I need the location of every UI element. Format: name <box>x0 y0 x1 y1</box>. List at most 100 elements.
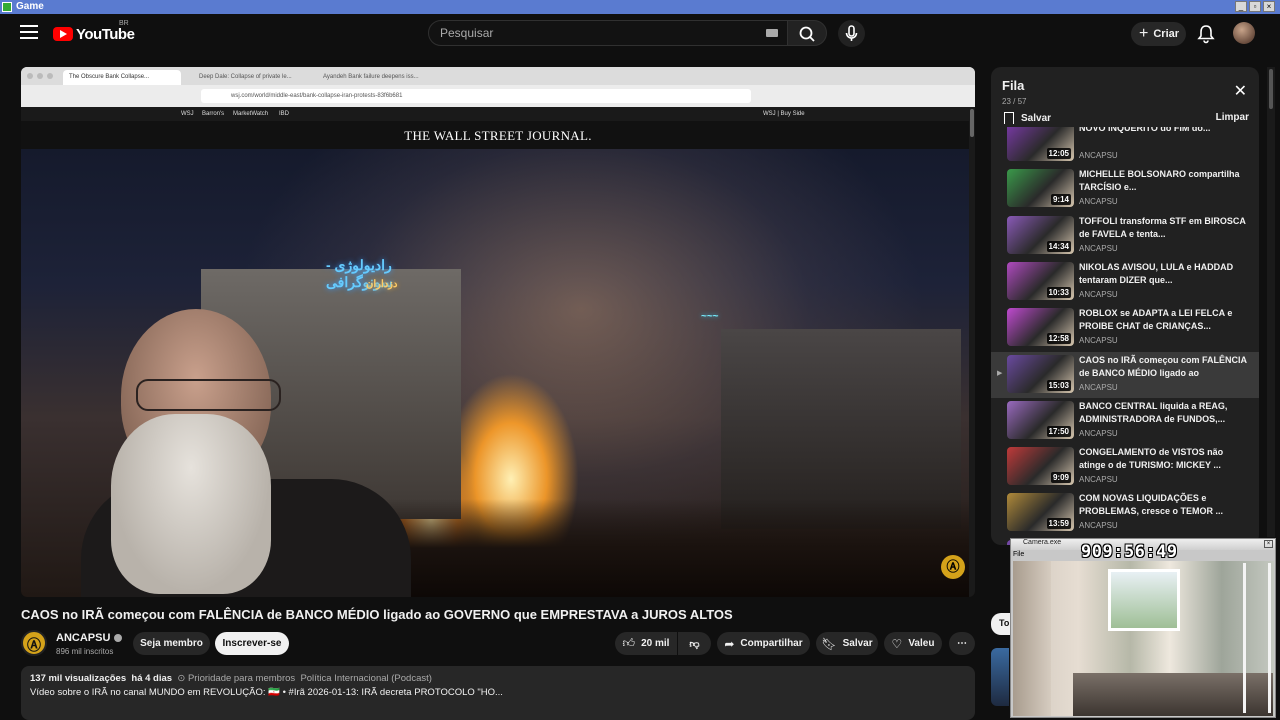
queue-thumbnail[interactable]: 12:58 <box>1007 308 1074 347</box>
queue-item-channel: ANCAPSU <box>1079 521 1118 531</box>
side-thumbnail[interactable] <box>991 648 1009 706</box>
queue-item-title: COM NOVAS LIQUIDAÇÕES e PROBLEMAS, cresc… <box>1079 493 1224 517</box>
browser-tab: The Obscure Bank Collapse... <box>63 70 181 85</box>
youtube-logo[interactable]: YouTube BR <box>53 20 135 44</box>
duration-badge: 17:50 <box>1046 425 1071 437</box>
video-frame: رادیولوژی - سونوگرافی دزداران ~~~ Ⓐ <box>21 149 975 597</box>
queue-item[interactable]: 17:50 BANCO CENTRAL liquida a REAG, ADMIN… <box>991 398 1259 444</box>
queue-item-channel: ANCAPSU <box>1079 289 1118 299</box>
youtube-play-icon <box>53 27 73 41</box>
topic-chip[interactable]: To <box>991 613 1011 635</box>
duration-badge: 12:58 <box>1046 333 1071 345</box>
like-count: 20 mil <box>641 638 670 649</box>
bookmark-icon: 🔖︎ <box>821 636 837 651</box>
camera-menu-file[interactable]: File <box>1013 551 1024 558</box>
site-nav-item: IBD <box>279 111 290 117</box>
queue-thumbnail[interactable]: 17:50 <box>1007 400 1074 439</box>
search-button[interactable] <box>787 20 827 46</box>
camera-close-button[interactable]: × <box>1264 540 1273 548</box>
queue-list: 12:05 NOVO INQUÉRITO do FIM do... ANCAPSU 9… <box>991 127 1259 545</box>
queue-item[interactable]: 14:34 TOFFOLI transforma STF em BIROSCA d… <box>991 213 1259 259</box>
like-button[interactable]: 👍︎ 20 mil <box>615 632 677 655</box>
queue-thumbnail[interactable]: 9:14 <box>1007 169 1074 208</box>
queue-save-button[interactable]: Salvar <box>1004 112 1051 124</box>
traffic-lights <box>27 73 53 79</box>
bookmark-icon <box>1004 112 1014 124</box>
duration-badge: 10:33 <box>1046 286 1071 298</box>
channel-watermark[interactable]: Ⓐ <box>941 555 965 579</box>
close-icon[interactable]: ✕ <box>1234 81 1247 101</box>
video-title: CAOS no IRÃ começou com FALÊNCIA de BANC… <box>21 607 733 622</box>
save-button[interactable]: 🔖︎ Salvar <box>816 632 878 655</box>
queue-thumbnail[interactable]: 10:33 <box>1007 261 1074 300</box>
queue-item-text: COM NOVAS LIQUIDAÇÕES e PROBLEMAS, cresc… <box>1079 492 1249 530</box>
queue-item[interactable]: 13:59 COM NOVAS LIQUIDAÇÕES e PROBLEMAS, … <box>991 490 1259 536</box>
video-meta: 137 mil visualizações há 4 dias ⊙ Priori… <box>30 673 432 684</box>
queue-item[interactable]: 9:09 CONGELAMENTO de VISTOS não atinge o … <box>991 444 1259 490</box>
queue-item[interactable]: 12:58 ROBLOX se ADAPTA a LEI FELCA e PROI… <box>991 305 1259 351</box>
queue-item[interactable]: ▶ 15:03 CAOS no IRÃ começou com FALÊNCIA d… <box>991 351 1259 398</box>
join-button[interactable]: Seja membro <box>133 632 210 655</box>
site-nav-right: WSJ | Buy Side <box>763 111 805 117</box>
region-code: BR <box>119 20 129 27</box>
embedded-browser-chrome: The Obscure Bank Collapse... Deep Dale: … <box>21 67 975 107</box>
voice-search-button[interactable] <box>838 20 865 47</box>
queue-title: Fila <box>1002 78 1025 93</box>
dislike-button[interactable]: 👎︎ <box>678 632 711 655</box>
neon-sign: رادیولوژی - سونوگرافی <box>326 257 393 290</box>
window-titlebar: Game _ ▫ × <box>0 0 1280 14</box>
duration-badge: 9:09 <box>1050 472 1071 484</box>
queue-item-title: NOVO INQUÉRITO do FIM do... <box>1079 127 1211 133</box>
description-box[interactable]: 137 mil visualizações há 4 dias ⊙ Priori… <box>21 666 975 720</box>
upload-age: há 4 dias <box>131 673 173 684</box>
neon-sign-sub: دزداران <box>366 279 398 290</box>
thanks-label: Valeu <box>908 638 935 649</box>
subscribe-button[interactable]: Inscrever-se <box>215 632 289 655</box>
browser-tab: Deep Dale: Collapse of private le... <box>199 74 292 80</box>
channel-avatar[interactable]: Ⓐ <box>21 630 47 656</box>
menu-icon[interactable] <box>20 25 38 41</box>
video-player[interactable]: The Obscure Bank Collapse... Deep Dale: … <box>21 67 975 597</box>
browser-tabstrip: The Obscure Bank Collapse... Deep Dale: … <box>21 67 975 85</box>
queue-clear-button[interactable]: Limpar <box>1216 112 1249 123</box>
create-button[interactable]: + Criar <box>1131 22 1186 46</box>
queue-thumbnail[interactable]: 15:03 <box>1007 354 1074 393</box>
minimize-button[interactable]: _ <box>1235 1 1247 12</box>
share-button[interactable]: ➦ Compartilhar <box>717 632 810 655</box>
more-actions-button[interactable]: ⋯ <box>949 632 975 655</box>
page-scrollbar[interactable] <box>1267 67 1275 537</box>
queue-item-channel: ANCAPSU <box>1079 243 1118 253</box>
browser-url: wsj.com/world/middle-east/bank-collapse-… <box>201 89 751 103</box>
account-avatar[interactable] <box>1233 22 1255 44</box>
camera-view <box>1013 561 1274 716</box>
maximize-button[interactable]: ▫ <box>1249 1 1261 12</box>
queue-thumbnail[interactable]: 13:59 <box>1007 493 1074 532</box>
queue-item-title: NIKOLAS AVISOU, LULA e HADDAD tentaram D… <box>1079 261 1234 285</box>
camera-window[interactable]: Camera.exe × File 909:56:49 <box>1010 538 1276 718</box>
search-input[interactable] <box>429 21 729 45</box>
duration-badge: 12:05 <box>1046 148 1071 159</box>
close-window-button[interactable]: × <box>1263 1 1275 12</box>
subscriber-count: 896 mil inscritos <box>56 647 114 656</box>
verified-icon <box>114 634 123 643</box>
glasses-icon <box>136 379 281 411</box>
queue-item-text: TOFFOLI transforma STF em BIROSCA de FAV… <box>1079 215 1249 253</box>
queue-item-title: MICHELLE BOLSONARO compartilha TARCÍSIO … <box>1079 169 1240 193</box>
queue-item[interactable]: 12:05 NOVO INQUÉRITO do FIM do... ANCAPSU <box>991 127 1259 166</box>
queue-item-text: NIKOLAS AVISOU, LULA e HADDAD tentaram D… <box>1079 261 1249 299</box>
logo-text: YouTube <box>76 25 135 43</box>
queue-item[interactable]: 9:14 MICHELLE BOLSONARO compartilha TARCÍ… <box>991 166 1259 212</box>
channel-name[interactable]: ANCAPSU <box>56 632 123 644</box>
queue-thumbnail[interactable]: 9:09 <box>1007 447 1074 486</box>
notifications-button[interactable] <box>1197 24 1215 44</box>
queue-item[interactable]: 10:33 NIKOLAS AVISOU, LULA e HADDAD tenta… <box>991 259 1259 305</box>
queue-thumbnail[interactable]: 14:34 <box>1007 215 1074 254</box>
queue-thumbnail[interactable]: 12:05 <box>1007 127 1074 161</box>
queue-item-channel: ANCAPSU <box>1079 428 1118 438</box>
queue-item-text: CONGELAMENTO de VISTOS não atinge o de T… <box>1079 446 1249 484</box>
queue-item-title: CONGELAMENTO de VISTOS não atinge o de T… <box>1079 447 1224 471</box>
queue-item-title: TOFFOLI transforma STF em BIROSCA de FAV… <box>1079 215 1246 239</box>
keyboard-icon[interactable] <box>766 29 778 37</box>
duration-badge: 9:14 <box>1050 194 1071 206</box>
thanks-button[interactable]: ♡ Valeu <box>884 632 942 655</box>
